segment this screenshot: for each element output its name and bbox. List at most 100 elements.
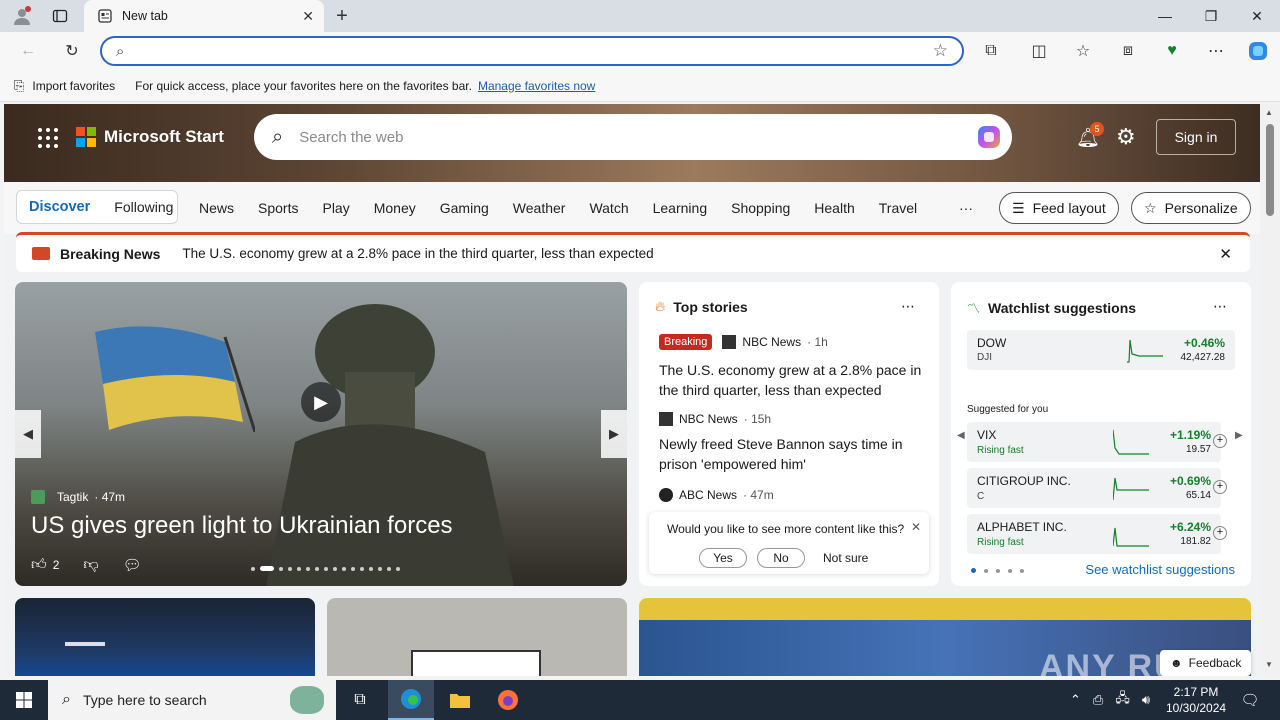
nav-item-watch[interactable]: Watch bbox=[577, 200, 640, 216]
profile-avatar[interactable] bbox=[10, 4, 34, 28]
close-window-button[interactable]: ✕ bbox=[1234, 0, 1280, 32]
feedback-yes-button[interactable]: Yes bbox=[699, 548, 747, 568]
feed-layout-button[interactable]: ☰ Feed layout bbox=[999, 192, 1119, 224]
nav-item-health[interactable]: Health bbox=[802, 200, 866, 216]
tab-new-tab[interactable]: New tab ✕ bbox=[84, 0, 324, 32]
stock-row[interactable]: VIX Rising fast +1.19% 19.57 bbox=[967, 422, 1221, 462]
stock-row[interactable]: CITIGROUP INC. C +0.69% 65.14 bbox=[967, 468, 1221, 508]
feedback-not-sure-button[interactable]: Not sure bbox=[823, 551, 868, 565]
web-search-box[interactable]: ⌕ Search the web bbox=[254, 114, 1012, 160]
carousel-prev-button[interactable]: ◀ bbox=[15, 410, 41, 458]
import-icon: ⎘ bbox=[14, 77, 25, 93]
chevron-right-icon[interactable]: ▶ bbox=[1235, 430, 1243, 441]
stock-row[interactable]: ALPHABET INC. Rising fast +6.24% 181.82 bbox=[967, 514, 1221, 554]
restore-button[interactable]: ❐ bbox=[1188, 0, 1234, 32]
firefox-icon bbox=[498, 690, 518, 710]
tab-following[interactable]: Following bbox=[102, 199, 185, 215]
stock-row[interactable]: DOW DJI +0.46% 42,427.28 bbox=[967, 330, 1235, 370]
start-button[interactable] bbox=[0, 680, 48, 720]
extensions-button[interactable]: ⧉ bbox=[977, 37, 1005, 65]
card-more-icon[interactable]: ⋯ bbox=[901, 298, 915, 315]
taskbar-firefox-button[interactable] bbox=[486, 680, 530, 720]
nav-item-sports[interactable]: Sports bbox=[246, 200, 310, 216]
feed-layout-label: Feed layout bbox=[1032, 200, 1106, 216]
play-video-button[interactable]: ▶ bbox=[301, 382, 341, 422]
minimize-button[interactable]: — bbox=[1142, 0, 1188, 32]
settings-gear-icon[interactable]: ⚙ bbox=[1116, 124, 1136, 150]
taskbar-search-box[interactable]: ⌕ Type here to search bbox=[48, 680, 336, 720]
nav-item-news[interactable]: News bbox=[187, 200, 246, 216]
tab-discover[interactable]: Discover bbox=[17, 199, 102, 215]
refresh-button[interactable]: ↻ bbox=[58, 37, 86, 65]
more-categories-button[interactable]: ··· bbox=[959, 200, 973, 216]
notification-center-button[interactable]: 🗨︎ bbox=[1236, 680, 1264, 720]
nav-item-play[interactable]: Play bbox=[310, 200, 361, 216]
nav-item-travel[interactable]: Travel bbox=[867, 200, 929, 216]
add-to-watchlist-icon[interactable]: + bbox=[1213, 434, 1227, 448]
close-tab-icon[interactable]: ✕ bbox=[302, 8, 314, 25]
taskbar-edge-button[interactable] bbox=[388, 680, 434, 720]
comment-icon[interactable]: 💬︎ bbox=[123, 556, 142, 574]
favorites-button[interactable]: ☆ bbox=[1069, 37, 1097, 65]
nav-item-gaming[interactable]: Gaming bbox=[428, 200, 501, 216]
sign-in-button[interactable]: Sign in bbox=[1156, 119, 1236, 155]
scrollbar-thumb[interactable] bbox=[1266, 124, 1274, 216]
notifications-button[interactable]: 🔔︎ 5 bbox=[1076, 122, 1104, 150]
add-favorite-star-icon[interactable]: ☆ bbox=[933, 41, 948, 61]
browser-essentials-button[interactable]: ♥ bbox=[1158, 37, 1186, 65]
add-to-watchlist-icon[interactable]: + bbox=[1213, 526, 1227, 540]
scroll-down-icon[interactable]: ▼ bbox=[1265, 660, 1273, 669]
nav-item-weather[interactable]: Weather bbox=[501, 200, 578, 216]
feedback-person-icon: ☻ bbox=[1170, 656, 1183, 670]
nav-item-money[interactable]: Money bbox=[362, 200, 428, 216]
volume-icon[interactable]: 🔊︎ bbox=[1142, 692, 1150, 708]
copilot-button[interactable] bbox=[1244, 37, 1272, 65]
close-icon[interactable]: ✕ bbox=[1219, 245, 1232, 263]
chevron-left-icon[interactable]: ◀ bbox=[957, 430, 965, 441]
card-more-icon[interactable]: ⋯ bbox=[1213, 298, 1227, 315]
app-launcher-icon[interactable] bbox=[38, 128, 58, 148]
carousel-next-button[interactable]: ▶ bbox=[601, 410, 627, 458]
copilot-icon[interactable] bbox=[974, 122, 1004, 152]
taskbar-explorer-button[interactable] bbox=[438, 680, 482, 720]
sliders-icon: ☰ bbox=[1012, 199, 1025, 216]
network-icon[interactable]: 🖧︎ bbox=[1115, 689, 1130, 711]
collections-button[interactable]: ⧈ bbox=[1114, 37, 1142, 65]
breaking-news-banner[interactable]: Breaking News The U.S. economy grew at a… bbox=[16, 232, 1250, 272]
news-tile[interactable] bbox=[327, 598, 627, 676]
add-to-watchlist-icon[interactable]: + bbox=[1213, 480, 1227, 494]
like-icon[interactable]: 👍︎ bbox=[31, 556, 47, 574]
news-tile[interactable] bbox=[15, 598, 315, 676]
taskbar-clock[interactable]: 2:17 PM 10/30/2024 bbox=[1166, 684, 1226, 716]
address-bar[interactable]: ⌕ ☆ bbox=[100, 36, 964, 66]
task-view-icon: ⧉ bbox=[354, 691, 366, 708]
story-headline[interactable]: The U.S. economy grew at a 2.8% pace in … bbox=[659, 360, 925, 400]
scroll-up-icon[interactable]: ▲ bbox=[1265, 108, 1273, 117]
chevron-up-icon[interactable]: ⌃ bbox=[1070, 692, 1081, 708]
feedback-no-button[interactable]: No bbox=[757, 548, 805, 568]
dislike-icon[interactable]: 👎︎ bbox=[83, 556, 98, 574]
manage-favorites-link[interactable]: Manage favorites now bbox=[478, 79, 595, 93]
nav-item-learning[interactable]: Learning bbox=[641, 200, 720, 216]
page-scrollbar[interactable]: ▲ ▼ bbox=[1260, 104, 1280, 676]
split-screen-button[interactable]: ◫ bbox=[1025, 37, 1053, 65]
personalize-button[interactable]: ☆ Personalize bbox=[1131, 192, 1251, 224]
nav-item-shopping[interactable]: Shopping bbox=[719, 200, 802, 216]
settings-more-button[interactable]: ⋯ bbox=[1202, 37, 1230, 65]
story-headline[interactable]: Newly freed Steve Bannon says time in pr… bbox=[659, 434, 925, 474]
import-favorites-button[interactable]: ⎘ Import favorites bbox=[14, 78, 115, 94]
story-headline[interactable]: US gives green light to Ukrainian forces bbox=[31, 512, 453, 540]
brand-logo[interactable]: Microsoft Start bbox=[76, 127, 224, 147]
address-input[interactable] bbox=[132, 43, 933, 59]
feedback-button[interactable]: ☻ Feedback bbox=[1160, 650, 1252, 676]
task-view-button[interactable]: ⧉ bbox=[342, 680, 378, 720]
see-watchlist-link[interactable]: See watchlist suggestions bbox=[1085, 562, 1235, 577]
close-icon[interactable]: ✕ bbox=[911, 520, 921, 534]
device-icon[interactable]: ⎙ bbox=[1093, 692, 1103, 708]
hero-story-carousel[interactable]: ▶ ◀ ▶ Tagtik · 47m US gives green light … bbox=[15, 282, 627, 586]
stock-sub: Rising fast bbox=[977, 445, 1024, 456]
tab-actions-button[interactable] bbox=[48, 4, 72, 28]
new-tab-button[interactable]: + bbox=[330, 4, 354, 28]
stock-name: CITIGROUP INC. bbox=[977, 474, 1071, 488]
back-button[interactable]: ← bbox=[14, 37, 42, 65]
